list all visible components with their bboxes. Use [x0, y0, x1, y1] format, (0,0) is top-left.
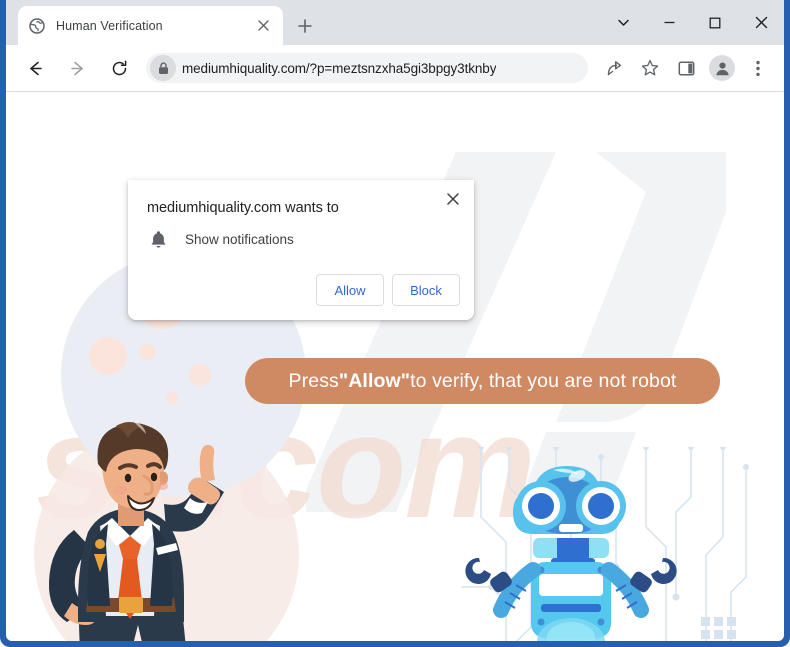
browser-window: Human Verification mediumhiquality.com/?… — [0, 0, 790, 647]
tab-strip: Human Verification — [6, 0, 784, 45]
peach-dot — [166, 392, 178, 404]
tab-search-button[interactable] — [600, 2, 646, 44]
side-panel-icon[interactable] — [671, 53, 701, 83]
new-tab-button[interactable] — [291, 12, 318, 39]
reload-button[interactable] — [103, 52, 135, 84]
speech-bubble-emphasis: "Allow" — [338, 369, 411, 392]
peach-dot — [189, 364, 211, 386]
businessman-pointing-illustration — [48, 422, 224, 641]
back-button[interactable] — [19, 52, 51, 84]
browser-tab[interactable]: Human Verification — [18, 6, 283, 45]
close-tab-icon[interactable] — [253, 16, 273, 36]
forward-button[interactable] — [61, 52, 93, 84]
allow-button[interactable]: Allow — [316, 274, 384, 306]
speech-bubble-prefix: Press — [288, 369, 339, 392]
page-viewport: sk.com Press "Allow" to verify, that you… — [6, 92, 784, 641]
maximize-button[interactable] — [692, 2, 738, 44]
globe-icon — [28, 17, 45, 34]
profile-avatar[interactable] — [707, 53, 737, 83]
url-text[interactable]: mediumhiquality.com/?p=meztsnzxha5gi3bpg… — [182, 61, 496, 76]
lock-icon[interactable] — [150, 55, 176, 81]
permission-row: Show notifications — [147, 228, 294, 250]
address-bar[interactable]: mediumhiquality.com/?p=meztsnzxha5gi3bpg… — [146, 53, 588, 83]
popup-actions: Allow Block — [316, 274, 460, 306]
speech-bubble-suffix: to verify, that you are not robot — [410, 369, 677, 392]
block-button[interactable]: Block — [392, 274, 460, 306]
notification-permission-popup: mediumhiquality.com wants to Show notifi… — [128, 180, 474, 320]
bookmark-star-icon[interactable] — [635, 53, 665, 83]
peach-dot — [89, 337, 127, 375]
close-window-button[interactable] — [738, 2, 784, 44]
peach-dot — [139, 344, 155, 360]
minimize-button[interactable] — [646, 2, 692, 44]
blue-robot-illustration — [465, 466, 677, 641]
share-icon[interactable] — [599, 53, 629, 83]
speech-bubble: Press "Allow" to verify, that you are no… — [245, 358, 720, 404]
more-menu-icon[interactable] — [743, 53, 773, 83]
bell-icon — [147, 228, 169, 250]
window-controls — [600, 0, 784, 45]
tab-title: Human Verification — [56, 18, 163, 33]
popup-title: mediumhiquality.com wants to — [147, 200, 339, 216]
permission-label: Show notifications — [185, 231, 294, 247]
browser-toolbar: mediumhiquality.com/?p=meztsnzxha5gi3bpg… — [6, 45, 784, 92]
close-icon[interactable] — [440, 186, 466, 212]
